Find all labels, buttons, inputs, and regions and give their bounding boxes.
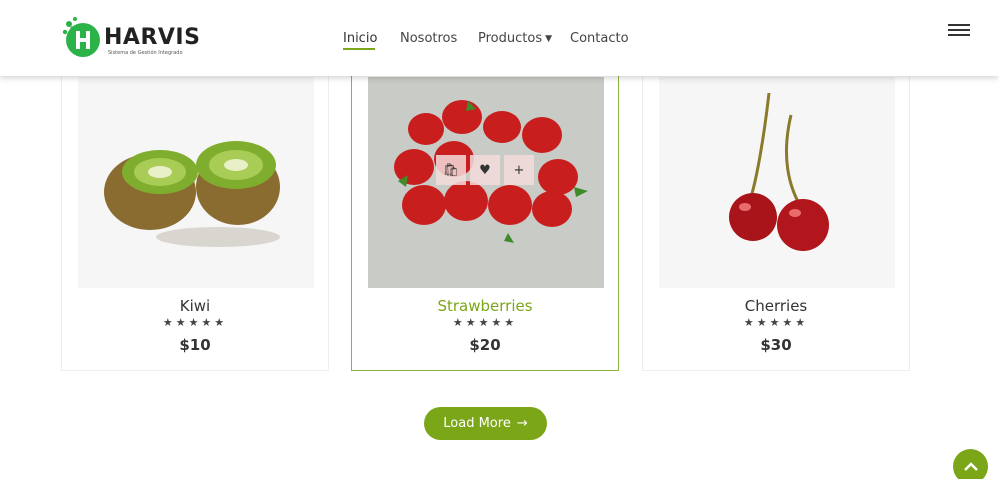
bag-icon[interactable]: 🛍 [436,155,466,185]
product-price: $10 [179,336,211,354]
product-image-cherries[interactable] [659,77,895,288]
nav-nosotros-label: Nosotros [400,31,458,46]
cherries-image [729,92,829,251]
logo-mark-icon [62,17,100,57]
chevron-up-icon [963,461,978,471]
product-price: $30 [760,336,792,354]
load-more-button[interactable]: Load More → [424,407,547,440]
harvis-logo[interactable]: HARVIS Sistema de Gestión Integrado [60,14,200,62]
kiwi-image [104,141,280,247]
active-underline [343,48,375,50]
nav-nosotros[interactable]: Nosotros [400,31,457,46]
scroll-to-top-button[interactable] [953,449,988,479]
nav-inicio[interactable]: Inicio [343,31,378,50]
product-name: Kiwi [179,297,211,315]
product-name: Strawberries [437,297,533,315]
nav-inicio-label: Inicio [343,31,378,46]
plus-icon[interactable]: + [504,155,534,185]
nav-contacto-label: Contacto [570,31,629,46]
nav-productos[interactable]: Productos ▼ [478,31,552,46]
site-header: HARVIS Sistema de Gestión Integrado Inic… [0,0,999,76]
product-price: $20 [469,336,501,354]
star-rating: ★★★★★ [743,316,809,329]
product-card-cherries[interactable]: Cherries ★★★★★ $30 [642,62,910,371]
nav-productos-label: Productos [478,31,543,46]
product-card-strawberries[interactable]: 🛍 ♥ + Strawberries ★★★★★ $20 [351,62,619,371]
arrow-right-icon: → [516,416,528,431]
product-image-kiwi[interactable] [78,77,314,288]
heart-icon[interactable]: ♥ [470,155,500,185]
load-more-label: Load More [443,416,511,431]
product-image-strawberries[interactable]: 🛍 ♥ + [368,77,604,288]
chevron-down-icon: ▼ [545,34,553,44]
brand-tagline: Sistema de Gestión Integrado [108,50,183,56]
product-card-kiwi[interactable]: Kiwi ★★★★★ $10 [61,62,329,371]
brand-name: HARVIS [104,25,201,50]
product-name: Cherries [744,297,808,315]
star-rating: ★★★★★ [162,316,228,329]
menu-icon[interactable] [948,24,970,36]
nav-contacto[interactable]: Contacto [570,31,629,46]
star-rating: ★★★★★ [452,316,518,329]
